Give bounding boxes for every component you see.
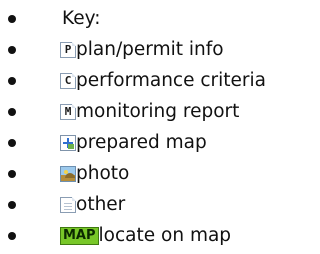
- legend-title-item: Key:: [0, 3, 309, 34]
- map-badge-icon: MAP: [60, 226, 99, 245]
- legend-entry: P plan/permit info: [60, 34, 224, 65]
- bullet: [8, 170, 16, 178]
- legend-item-photo: photo: [0, 158, 309, 189]
- legend-entry: M monitoring report: [60, 96, 239, 127]
- legend-item-monitoring-report: M monitoring report: [0, 96, 309, 127]
- bullet: [8, 139, 16, 147]
- plan-permit-icon: P: [60, 41, 76, 58]
- bullet: [8, 46, 16, 54]
- legend-key-list: Key: P plan/permit info C performance cr…: [0, 3, 309, 251]
- legend-entry: other: [60, 189, 125, 220]
- legend-label: prepared map: [76, 132, 207, 153]
- legend-label: monitoring report: [76, 101, 240, 122]
- performance-criteria-icon: C: [60, 72, 76, 89]
- legend-label: photo: [76, 163, 130, 184]
- other-document-icon: [60, 196, 76, 213]
- bullet: [8, 232, 16, 240]
- legend-entry: photo: [60, 158, 129, 189]
- legend-title: Key:: [62, 8, 101, 29]
- legend-label: plan/permit info: [76, 39, 224, 60]
- bullet: [8, 108, 16, 116]
- legend-label: locate on map: [98, 225, 232, 246]
- bullet: [8, 15, 16, 23]
- legend-entry: prepared map: [60, 127, 207, 158]
- bullet: [8, 77, 16, 85]
- legend-label: performance criteria: [76, 70, 266, 91]
- legend-entry: C performance criteria: [60, 65, 266, 96]
- monitoring-report-icon: M: [60, 103, 76, 120]
- photo-icon: [60, 165, 76, 182]
- bullet: [8, 201, 16, 209]
- legend-item-other: other: [0, 189, 309, 220]
- legend-entry: MAP locate on map: [60, 220, 231, 251]
- legend-title-entry: Key:: [62, 3, 100, 34]
- legend-item-locate-on-map: MAP locate on map: [0, 220, 309, 251]
- legend-item-performance-criteria: C performance criteria: [0, 65, 309, 96]
- legend-item-prepared-map: prepared map: [0, 127, 309, 158]
- legend-item-plan-permit: P plan/permit info: [0, 34, 309, 65]
- prepared-map-icon: [60, 134, 76, 151]
- legend-label: other: [76, 194, 126, 215]
